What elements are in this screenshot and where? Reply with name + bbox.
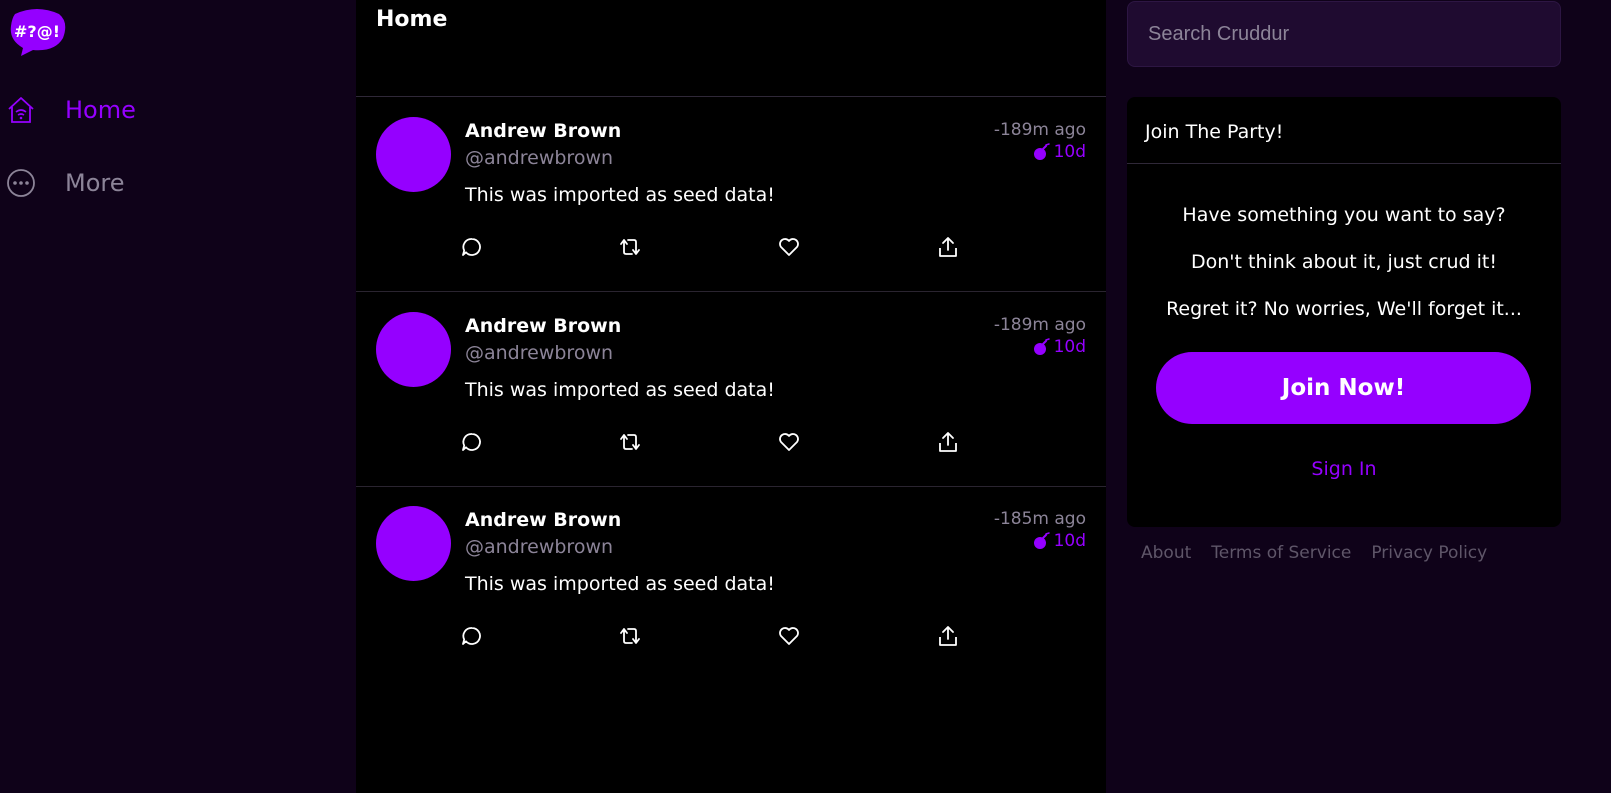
feed-header: Home [356,0,1106,97]
handle[interactable]: @andrewbrown [465,341,613,365]
bomb-icon [1033,532,1050,549]
activity-message: This was imported as seed data! [465,379,775,401]
reply-button[interactable] [460,430,484,454]
handle[interactable]: @andrewbrown [465,146,613,170]
bomb-icon [1033,338,1050,355]
app-root: #?@! Home More Home Andrew Brown @andrew… [0,0,1611,793]
sidebar-item-label: More [65,169,125,197]
reply-button[interactable] [460,235,484,259]
activity-time-ago: -189m ago [993,120,1086,140]
activity-expires: 10d [1032,142,1086,162]
logo-icon: #?@! [10,9,66,56]
sidebar-item-home[interactable]: Home [0,90,340,130]
join-text-line: Regret it? No worries, We'll forget it..… [1166,298,1522,320]
home-icon [6,95,36,125]
avatar[interactable] [376,312,451,387]
share-icon [939,237,957,257]
join-box-title: Join The Party! [1145,121,1284,143]
logo[interactable]: #?@! [7,8,67,58]
activity-item[interactable]: Andrew Brown @andrewbrown This was impor… [356,292,1106,487]
join-now-button[interactable]: Join Now! [1156,352,1531,424]
footer-links: About Terms of Service Privacy Policy [1141,542,1487,564]
like-button[interactable] [777,624,801,648]
expires-label: 10d [1053,531,1086,551]
share-button[interactable] [936,624,960,648]
activity-time-ago: -185m ago [993,509,1086,529]
activity-message: This was imported as seed data! [465,184,775,206]
share-button[interactable] [936,235,960,259]
page-title: Home [376,7,448,32]
repost-icon [620,239,640,255]
expires-label: 10d [1053,337,1086,357]
activity-time-ago: -189m ago [993,315,1086,335]
display-name[interactable]: Andrew Brown [465,314,621,338]
join-text-line: Have something you want to say? [1182,204,1506,226]
activity-item[interactable]: Andrew Brown @andrewbrown This was impor… [356,97,1106,292]
footer-link-privacy[interactable]: Privacy Policy [1371,542,1487,564]
activity-feed: Home Andrew Brown @andrewbrown This was … [356,0,1106,793]
heart-icon [779,627,799,645]
repost-button[interactable] [618,235,642,259]
logo-text: #?@! [14,22,60,41]
share-button[interactable] [936,430,960,454]
divider [1127,163,1561,164]
display-name[interactable]: Andrew Brown [465,508,621,532]
more-icon [6,168,36,198]
reply-button[interactable] [460,624,484,648]
footer-link-about[interactable]: About [1141,542,1191,564]
avatar[interactable] [376,506,451,581]
footer-link-terms[interactable]: Terms of Service [1211,542,1351,564]
activity-expires: 10d [1032,531,1086,551]
expires-label: 10d [1053,142,1086,162]
activity-item[interactable]: Andrew Brown @andrewbrown This was impor… [356,486,1106,681]
bomb-icon [1033,143,1050,160]
reply-icon [462,238,481,256]
join-text-line: Don't think about it, just crud it! [1191,251,1497,273]
share-icon [939,432,957,452]
like-button[interactable] [777,235,801,259]
activity-expires: 10d [1032,337,1086,357]
repost-icon [620,434,640,450]
sidebar: #?@! Home More [0,0,356,793]
join-party-box: Join The Party! Have something you want … [1127,97,1561,527]
avatar[interactable] [376,117,451,192]
search-input[interactable] [1127,1,1561,67]
sign-in-link[interactable]: Sign In [1127,457,1561,481]
activity-message: This was imported as seed data! [465,573,775,595]
reply-icon [462,433,481,451]
share-icon [939,626,957,646]
like-button[interactable] [777,430,801,454]
handle[interactable]: @andrewbrown [465,535,613,559]
repost-icon [620,628,640,644]
heart-icon [779,238,799,256]
reply-icon [462,627,481,645]
display-name[interactable]: Andrew Brown [465,119,621,143]
repost-button[interactable] [618,624,642,648]
repost-button[interactable] [618,430,642,454]
heart-icon [779,433,799,451]
sidebar-item-label: Home [65,96,136,124]
sidebar-item-more[interactable]: More [0,163,340,203]
